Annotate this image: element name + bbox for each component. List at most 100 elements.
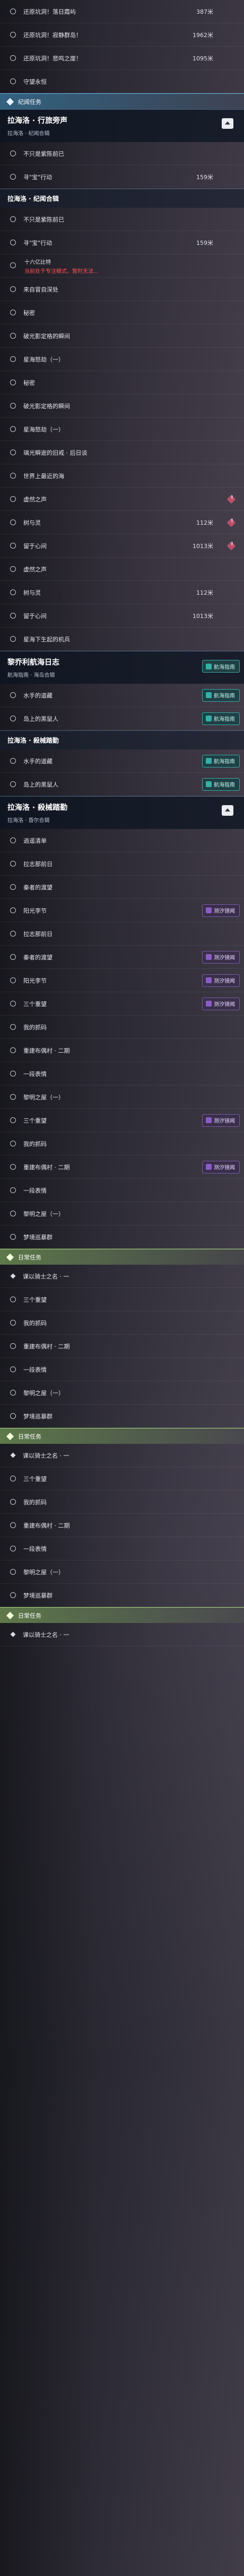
- quest-row[interactable]: 秘密: [0, 301, 244, 324]
- quest-row[interactable]: 树与灵 112米: [0, 511, 244, 534]
- quest-row[interactable]: 黎明之屋（一）: [0, 1381, 244, 1405]
- quest-tag-badge[interactable]: 航海指南: [202, 689, 240, 702]
- section-header[interactable]: 日常任务: [0, 1249, 244, 1265]
- quest-row[interactable]: 还原坑洞！悲鸣之崖！ 1095米: [0, 47, 244, 70]
- quest-label: 还原坑洞！寂静群岛！: [23, 31, 82, 39]
- quest-row[interactable]: 梦境巡暴群: [0, 1225, 244, 1249]
- quest-label: 秦者的渡望: [23, 954, 53, 961]
- quest-label: 一段表情: [23, 1070, 47, 1078]
- quest-row[interactable]: 树与灵 112米: [0, 581, 244, 604]
- quest-row[interactable]: 不只是紫陈前已: [0, 142, 244, 165]
- quest-tag-badge[interactable]: 航海指南: [202, 754, 240, 767]
- section-header[interactable]: 纪闻任务: [0, 93, 244, 109]
- quest-row[interactable]: 璃光瞬逝的旧戒 · 后日谈: [0, 441, 244, 464]
- quest-tag-badge[interactable]: 测汐镜闻: [202, 997, 240, 1010]
- quest-row[interactable]: 课以骑士之名 · 一: [0, 1265, 244, 1288]
- tag-label: 测汐镜闻: [214, 955, 235, 961]
- quest-row[interactable]: 重建布偶村 · 二期: [0, 1039, 244, 1062]
- quest-row[interactable]: 秦者的渡望: [0, 876, 244, 899]
- quest-row[interactable]: 一段表情: [0, 1358, 244, 1381]
- group-header[interactable]: 拉海洛 · 殺械踏勤: [0, 730, 244, 749]
- section-header[interactable]: 日常任务: [0, 1607, 244, 1623]
- quest-row[interactable]: 虚然之声: [0, 488, 244, 511]
- quest-row[interactable]: 三个重望 测汐镜闻: [0, 1109, 244, 1132]
- quest-row[interactable]: 守望永恒: [0, 70, 244, 93]
- mission-card[interactable]: 拉海洛 · 殺械踏勤 拉海洛 · 昏尔合辑: [0, 796, 244, 829]
- tag-label: 测汐镜闻: [214, 908, 235, 914]
- quest-row[interactable]: 寻"宝"行动 159米: [0, 165, 244, 189]
- quest-row[interactable]: 重建布偶村 · 二期: [0, 1514, 244, 1537]
- group-title: 拉海洛 · 纪闻合辑: [7, 195, 59, 202]
- quest-row[interactable]: 秘密: [0, 371, 244, 394]
- tag-icon: [206, 1117, 212, 1123]
- quest-row[interactable]: 阳光李节 测汐镜闻: [0, 969, 244, 992]
- quest-row[interactable]: 星海怒劫（一）: [0, 418, 244, 441]
- quest-tag-badge[interactable]: 测汐镜闻: [202, 904, 240, 917]
- quest-row[interactable]: 岛上的黑鼠人 航海指南: [0, 707, 244, 730]
- quest-label: 我的抓码: [23, 1498, 47, 1506]
- mission-card[interactable]: 拉海洛 · 行旅旁声 拉海洛 · 纪闻合辑: [0, 109, 244, 142]
- quest-row[interactable]: 梦境巡暴群: [0, 1405, 244, 1428]
- quest-row[interactable]: 我的抓码: [0, 1490, 244, 1514]
- quest-row[interactable]: 一段表情: [0, 1179, 244, 1202]
- quest-row[interactable]: 破光影定格的瞬间: [0, 394, 244, 418]
- quest-row[interactable]: 黎明之屋（一）: [0, 1202, 244, 1225]
- quest-label: 璃光瞬逝的旧戒 · 后日谈: [23, 449, 88, 456]
- quest-row[interactable]: 三个重望 测汐镜闻: [0, 992, 244, 1016]
- quest-row[interactable]: 星海下生起的机兵: [0, 628, 244, 651]
- group-header[interactable]: 拉海洛 · 纪闻合辑: [0, 189, 244, 208]
- quest-row[interactable]: 不只是紫陈前已: [0, 208, 244, 231]
- quest-tag-badge[interactable]: 航海指南: [202, 778, 240, 791]
- quest-row[interactable]: 阳光李节 测汐镜闻: [0, 899, 244, 922]
- quest-row[interactable]: 一段表情: [0, 1537, 244, 1560]
- quest-circle-icon: [10, 8, 16, 14]
- quest-row[interactable]: 水手的道藏 航海指南: [0, 749, 244, 773]
- quest-row[interactable]: 重建布偶村 · 二期: [0, 1335, 244, 1358]
- quest-row[interactable]: 黎明之屋（一）: [0, 1560, 244, 1584]
- quest-row[interactable]: 一段表情: [0, 1062, 244, 1086]
- quest-tag-badge[interactable]: 测汐镜闻: [202, 974, 240, 987]
- quest-row[interactable]: 岛上的黑鼠人 航海指南: [0, 773, 244, 796]
- tag-label: 测汐镜闻: [214, 978, 235, 984]
- quest-label: 拉志那前日: [23, 860, 53, 868]
- quest-label: 三个重望: [23, 1296, 47, 1303]
- quest-row[interactable]: 来自冒自深处: [0, 278, 244, 301]
- quest-tag-badge[interactable]: 测汐镜闻: [202, 1114, 240, 1127]
- diamond-icon: [10, 1452, 16, 1458]
- quest-row[interactable]: 课以骑士之名 · 一: [0, 1444, 244, 1467]
- quest-row[interactable]: 课以骑士之名 · 一: [0, 1623, 244, 1646]
- quest-tag-badge[interactable]: 测汐镜闻: [202, 1160, 240, 1174]
- quest-row[interactable]: 寻"宝"行动 159米: [0, 231, 244, 254]
- collapse-button[interactable]: [222, 805, 233, 816]
- quest-row[interactable]: 逍遥清单: [0, 829, 244, 852]
- section-header[interactable]: 日常任务: [0, 1428, 244, 1444]
- quest-row[interactable]: 三个重望: [0, 1467, 244, 1490]
- quest-row[interactable]: 我的抓码: [0, 1311, 244, 1335]
- quest-circle-icon: [10, 1071, 16, 1077]
- quest-row[interactable]: 世界上最近的海: [0, 464, 244, 488]
- quest-tag-badge[interactable]: 航海指南: [202, 712, 240, 725]
- quest-row[interactable]: 留于心间 1013米: [0, 604, 244, 628]
- quest-row[interactable]: 梦境巡暴群: [0, 1584, 244, 1607]
- quest-row[interactable]: 我的抓码: [0, 1132, 244, 1155]
- quest-row[interactable]: 留于心间 1013米: [0, 534, 244, 558]
- quest-row[interactable]: 还原坑洞！寂静群岛！ 1962米: [0, 23, 244, 47]
- quest-row[interactable]: 重建布偶村 · 二期 测汐镜闻: [0, 1155, 244, 1179]
- quest-circle-icon: [10, 1546, 16, 1551]
- quest-row[interactable]: 破光影定格的瞬间: [0, 324, 244, 348]
- mission-tag-badge[interactable]: 航海指南: [202, 660, 240, 673]
- quest-row[interactable]: 水手的道藏 航海指南: [0, 684, 244, 707]
- quest-row[interactable]: 三个重望: [0, 1288, 244, 1311]
- quest-tag-badge[interactable]: 测汐镜闻: [202, 950, 240, 964]
- quest-row[interactable]: 星海怒劫（一）: [0, 348, 244, 371]
- quest-row[interactable]: 黎明之屋（一）: [0, 1086, 244, 1109]
- quest-row[interactable]: 秦者的渡望 测汐镜闻: [0, 946, 244, 969]
- mission-card[interactable]: 黎乔利航海日志 航海指南 · 海岛合辑 航海指南: [0, 651, 244, 684]
- quest-row[interactable]: 虚然之声: [0, 558, 244, 581]
- diamond-icon: [10, 1631, 16, 1637]
- collapse-button[interactable]: [222, 118, 233, 129]
- quest-row[interactable]: 还原坑洞！落日霞屿 387米: [0, 0, 244, 23]
- quest-row[interactable]: 拉志那前日: [0, 852, 244, 876]
- quest-row[interactable]: 我的抓码: [0, 1016, 244, 1039]
- quest-row[interactable]: 拉志那前日: [0, 922, 244, 946]
